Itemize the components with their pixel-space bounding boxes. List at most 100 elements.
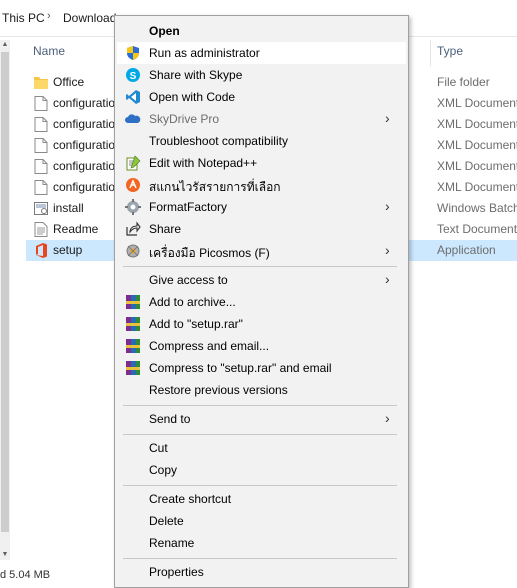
menu-item-edit-with-notepad-plus-plus[interactable]: Edit with Notepad++ — [117, 152, 406, 174]
document-icon — [34, 117, 48, 132]
skydrive-icon — [125, 114, 141, 123]
menu-item-label: Run as administrator — [149, 46, 260, 60]
document-icon — [34, 180, 48, 195]
menu-item-properties[interactable]: Properties — [117, 561, 406, 583]
file-name: configuratio — [53, 159, 116, 173]
antivirus-icon — [126, 178, 140, 192]
menu-item-rename[interactable]: Rename — [117, 532, 406, 554]
menu-item-add-to-archive[interactable]: Add to archive... — [117, 291, 406, 313]
column-divider[interactable] — [430, 40, 431, 66]
menu-item-delete[interactable]: Delete — [117, 510, 406, 532]
batch-file-icon — [34, 202, 48, 215]
folder-icon — [34, 77, 48, 89]
submenu-arrow-icon: › — [385, 242, 390, 258]
breadcrumb-chevron-icon[interactable]: › — [47, 10, 51, 22]
file-type: XML Document — [437, 96, 517, 110]
document-icon — [34, 96, 48, 111]
menu-item-label: Create shortcut — [149, 492, 232, 506]
menu-separator — [123, 266, 397, 267]
file-name: Office — [53, 75, 85, 89]
scrollbar-thumb[interactable] — [1, 52, 9, 532]
picosmos-icon — [126, 244, 140, 258]
menu-item-send-to[interactable]: Send to › — [117, 408, 406, 430]
menu-item-label: เครื่องมือ Picosmos (F) — [149, 246, 270, 260]
skype-icon: S — [126, 68, 140, 82]
file-type: XML Document — [437, 159, 517, 173]
format-factory-icon — [125, 199, 141, 215]
vertical-scrollbar[interactable]: ▲ ▼ — [0, 40, 10, 560]
share-icon — [126, 221, 141, 236]
breadcrumb-this-pc[interactable]: This PC — [2, 11, 45, 25]
menu-item-restore-previous-versions[interactable]: Restore previous versions — [117, 379, 406, 401]
menu-item-share-with-skype[interactable]: S Share with Skype — [117, 64, 406, 86]
winrar-icon — [126, 339, 140, 353]
status-selected-size: d 5.04 MB — [0, 569, 51, 581]
menu-item-troubleshoot-compatibility[interactable]: Troubleshoot compatibility — [117, 130, 406, 152]
menu-item-label: FormatFactory — [149, 200, 228, 214]
menu-separator — [123, 558, 397, 559]
menu-item-share[interactable]: Share — [117, 218, 406, 240]
menu-item-label: Copy — [149, 463, 178, 477]
menu-item-label: Give access to — [149, 273, 228, 287]
column-header-name[interactable]: Name — [33, 44, 65, 58]
menu-item-label: SkyDrive Pro — [149, 112, 220, 126]
menu-separator — [123, 434, 397, 435]
submenu-arrow-icon: › — [385, 410, 390, 426]
file-name: setup — [53, 243, 83, 257]
file-name: install — [53, 201, 84, 215]
vscode-icon — [126, 90, 140, 104]
uac-shield-icon — [127, 46, 139, 60]
menu-item-label: Open with Code — [149, 90, 236, 104]
menu-item-label: Share with Skype — [149, 68, 243, 82]
file-name: configuratio — [53, 117, 116, 131]
menu-item-compress-to-setup-rar-and-email[interactable]: Compress to "setup.rar" and email — [117, 357, 406, 379]
menu-item-label: สแกนไวรัสรายการที่เลือก — [149, 180, 281, 194]
menu-item-label: Cut — [149, 441, 168, 455]
office-icon — [36, 243, 47, 258]
menu-item-label: Properties — [149, 565, 204, 579]
menu-item-label: Send to — [149, 412, 191, 426]
text-file-icon — [34, 222, 48, 237]
column-header-type[interactable]: Type — [437, 44, 463, 58]
menu-item-picosmos-tools[interactable]: เครื่องมือ Picosmos (F) › — [117, 240, 406, 262]
breadcrumb-downloads[interactable]: Download — [63, 11, 116, 25]
file-name: configuratio — [53, 96, 116, 110]
menu-item-label: Add to archive... — [149, 295, 236, 309]
menu-item-label: Add to "setup.rar" — [149, 317, 243, 331]
menu-item-scan-selected-items[interactable]: สแกนไวรัสรายการที่เลือก — [117, 174, 406, 196]
menu-item-label: Restore previous versions — [149, 383, 288, 397]
document-icon — [34, 138, 48, 153]
menu-item-label: Compress and email... — [149, 339, 270, 353]
file-type: XML Document — [437, 138, 517, 152]
menu-item-open-with-code[interactable]: Open with Code — [117, 86, 406, 108]
submenu-arrow-icon: › — [385, 110, 390, 126]
scroll-down-arrow-icon[interactable]: ▼ — [0, 550, 10, 560]
file-name: configuratio — [53, 138, 116, 152]
menu-item-cut[interactable]: Cut — [117, 437, 406, 459]
menu-item-label: Rename — [149, 536, 195, 550]
svg-text:S: S — [130, 71, 137, 82]
scroll-up-arrow-icon[interactable]: ▲ — [0, 40, 10, 50]
winrar-icon — [126, 317, 140, 331]
menu-item-label: Edit with Notepad++ — [149, 156, 258, 170]
menu-item-compress-and-email[interactable]: Compress and email... — [117, 335, 406, 357]
menu-item-run-as-administrator[interactable]: Run as administrator — [117, 42, 406, 64]
menu-item-give-access-to[interactable]: Give access to › — [117, 269, 406, 291]
file-type: XML Document — [437, 180, 517, 194]
menu-item-skydrive-pro[interactable]: SkyDrive Pro › — [117, 108, 406, 130]
file-type: Application — [437, 243, 496, 257]
menu-item-copy[interactable]: Copy — [117, 459, 406, 481]
submenu-arrow-icon: › — [385, 271, 390, 287]
menu-item-label: Share — [149, 222, 182, 236]
file-name: configuratio — [53, 180, 116, 194]
menu-item-create-shortcut[interactable]: Create shortcut — [117, 488, 406, 510]
menu-item-label: Open — [149, 24, 180, 38]
file-type: XML Document — [437, 117, 517, 131]
menu-item-add-to-setup-rar[interactable]: Add to "setup.rar" — [117, 313, 406, 335]
menu-item-label: Compress to "setup.rar" and email — [149, 361, 332, 375]
submenu-arrow-icon: › — [385, 198, 390, 214]
menu-item-open[interactable]: Open — [117, 20, 406, 42]
file-name: Readme — [53, 222, 99, 236]
menu-item-formatfactory[interactable]: FormatFactory › — [117, 196, 406, 218]
file-type: File folder — [437, 75, 490, 89]
